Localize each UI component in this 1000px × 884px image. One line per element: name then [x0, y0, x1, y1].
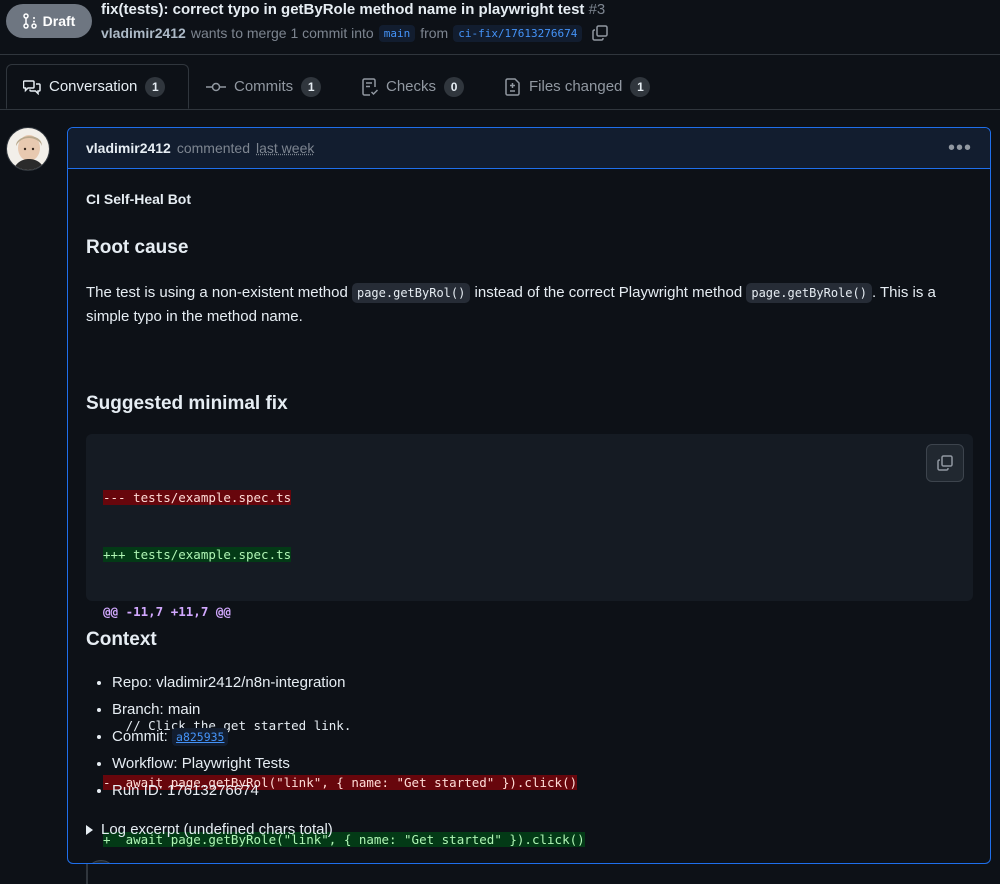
diff-line-deleted: --- tests/example.spec.ts	[103, 488, 585, 507]
comment-timestamp[interactable]: last week	[256, 140, 314, 156]
pr-title-text: fix(tests): correct typo in getByRole me…	[101, 1, 584, 18]
tab-checks[interactable]: Checks 0	[362, 64, 464, 109]
comment-discussion-icon	[23, 79, 41, 95]
tab-counter: 1	[145, 77, 165, 97]
timeline-line	[86, 864, 88, 884]
pr-tabs: Conversation 1 Commits 1 Checks 0 Files …	[0, 64, 1000, 110]
tab-counter: 1	[630, 77, 650, 97]
text: instead of the correct Playwright method	[475, 284, 743, 301]
root-cause-heading: Root cause	[86, 237, 188, 259]
commit-sha-link[interactable]: a825935	[172, 728, 228, 746]
comment-author[interactable]: vladimir2412	[86, 140, 171, 156]
diff-hunk-header: @@ -11,7 +11,7 @@	[103, 602, 585, 621]
tab-label: Commits	[234, 78, 293, 95]
from-text: from	[420, 25, 448, 41]
comment-header: vladimir2412 commented last week •••	[68, 128, 990, 169]
user-avatar-icon	[7, 128, 50, 171]
kebab-horizontal-icon[interactable]: •••	[948, 137, 972, 160]
list-item: Workflow: Playwright Tests	[112, 750, 345, 777]
tab-label: Checks	[386, 78, 436, 95]
pr-title: fix(tests): correct typo in getByRole me…	[101, 1, 605, 18]
tab-conversation[interactable]: Conversation 1	[6, 64, 189, 109]
inline-code: page.getByRole()	[746, 283, 872, 303]
merge-text: wants to merge 1 commit into	[191, 25, 374, 41]
text: The test is using a non-existent method	[86, 284, 348, 301]
tab-commits[interactable]: Commits 1	[206, 64, 321, 109]
pr-meta: vladimir2412 wants to merge 1 commit int…	[101, 24, 609, 42]
bot-name: CI Self-Heal Bot	[86, 191, 191, 207]
list-item: Branch: main	[112, 696, 345, 723]
list-item: Run ID: 17613276674	[112, 777, 345, 804]
head-branch[interactable]: ci-fix/17613276674	[453, 25, 582, 42]
commit-label: Commit:	[112, 728, 168, 745]
copy-code-button[interactable]	[926, 444, 964, 482]
diff-code-block: --- tests/example.spec.ts +++ tests/exam…	[86, 434, 973, 601]
copy-icon	[936, 454, 954, 472]
context-list: Repo: vladimir2412/n8n-integration Branc…	[86, 669, 345, 804]
tab-files-changed[interactable]: Files changed 1	[505, 64, 650, 109]
root-cause-paragraph: The test is using a non-existent method …	[86, 281, 966, 329]
disclosure-triangle-icon	[86, 825, 93, 835]
tab-counter: 1	[301, 77, 321, 97]
pr-number: #3	[589, 1, 606, 18]
pr-author-link[interactable]: vladimir2412	[101, 25, 186, 41]
copy-icon[interactable]	[591, 24, 609, 42]
context-heading: Context	[86, 629, 157, 651]
tab-counter: 0	[444, 77, 464, 97]
details-summary: Log excerpt (undefined chars total)	[101, 821, 333, 838]
avatar[interactable]	[6, 127, 50, 171]
pr-header: Draft fix(tests): correct typo in getByR…	[0, 0, 1000, 55]
base-branch[interactable]: main	[379, 25, 416, 42]
diff-text: --- tests/example.spec.ts	[103, 490, 291, 505]
draft-label: Draft	[43, 13, 76, 29]
log-excerpt-details[interactable]: Log excerpt (undefined chars total)	[86, 821, 333, 838]
draft-badge: Draft	[6, 4, 92, 38]
list-item: Commit: a825935	[112, 723, 345, 750]
list-item: Repo: vladimir2412/n8n-integration	[112, 669, 345, 696]
diff-line-added: +++ tests/example.spec.ts	[103, 545, 585, 564]
checklist-icon	[362, 78, 378, 96]
inline-code: page.getByRol()	[352, 283, 470, 303]
git-pull-request-draft-icon	[23, 13, 37, 29]
tab-label: Conversation	[49, 78, 137, 95]
git-commit-icon	[206, 79, 226, 95]
file-diff-icon	[505, 78, 521, 96]
tab-label: Files changed	[529, 78, 622, 95]
comment-box: vladimir2412 commented last week ••• CI …	[67, 127, 991, 864]
diff-text: +++ tests/example.spec.ts	[103, 547, 291, 562]
comment-action: commented	[177, 140, 250, 156]
fix-heading: Suggested minimal fix	[86, 393, 288, 415]
